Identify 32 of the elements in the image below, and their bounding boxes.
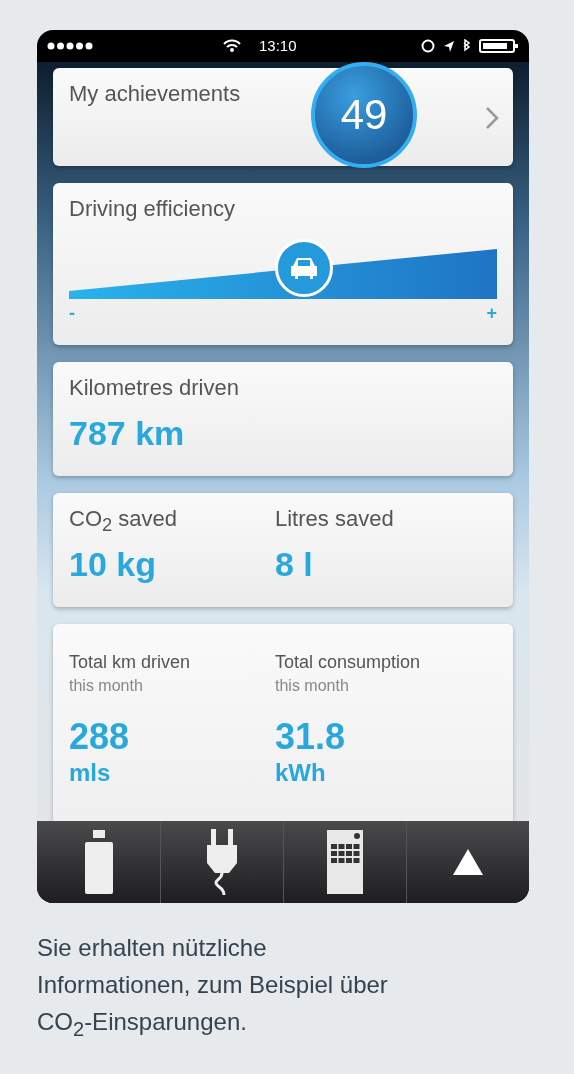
status-time: 13:10 [259, 37, 297, 54]
battery-icon [84, 829, 113, 894]
minimum-label: - [69, 302, 75, 324]
distance-title: Kilometres driven [69, 373, 240, 402]
monthly-unit: kWh [275, 758, 327, 787]
monthly-value: 31.8 [275, 718, 347, 755]
savings-label: CO$_{2}$ saved [69, 504, 179, 533]
monthly-unit: mls [69, 758, 112, 787]
location-arrow-icon [443, 39, 455, 52]
plug-icon [205, 828, 239, 895]
car-icon [289, 255, 320, 280]
efficiency-title: Driving efficiency [69, 194, 236, 223]
wifi-icon [223, 39, 241, 52]
savings-value: 8 l [275, 544, 314, 584]
savings-value: 10 kg [69, 544, 157, 584]
distance-value: 787 km [69, 413, 186, 453]
monthly-value: 288 [69, 718, 131, 755]
battery-status-icon [479, 38, 519, 53]
achievements-title: My achievements [69, 79, 242, 108]
chevron-right-icon [485, 105, 499, 130]
monthly-sublabel: this month [69, 676, 144, 695]
monthly-label: Total km driven [69, 651, 192, 673]
monthly-sublabel: this month [275, 676, 350, 695]
achievement-count-badge: 49 [311, 61, 417, 168]
caption: Sie erhalten nützliche Informationen, zum Beispiel über CO$_{2}$-Einsparungen. [37, 933, 389, 1042]
remote-control-icon [327, 829, 363, 894]
up-arrow-icon [453, 848, 483, 875]
bluetooth-icon [463, 38, 471, 53]
savings-label: Litres saved [275, 504, 395, 533]
monthly-label: Total consumption [275, 651, 422, 673]
signal-icon [47, 41, 95, 50]
maximum-label: + [486, 302, 497, 324]
